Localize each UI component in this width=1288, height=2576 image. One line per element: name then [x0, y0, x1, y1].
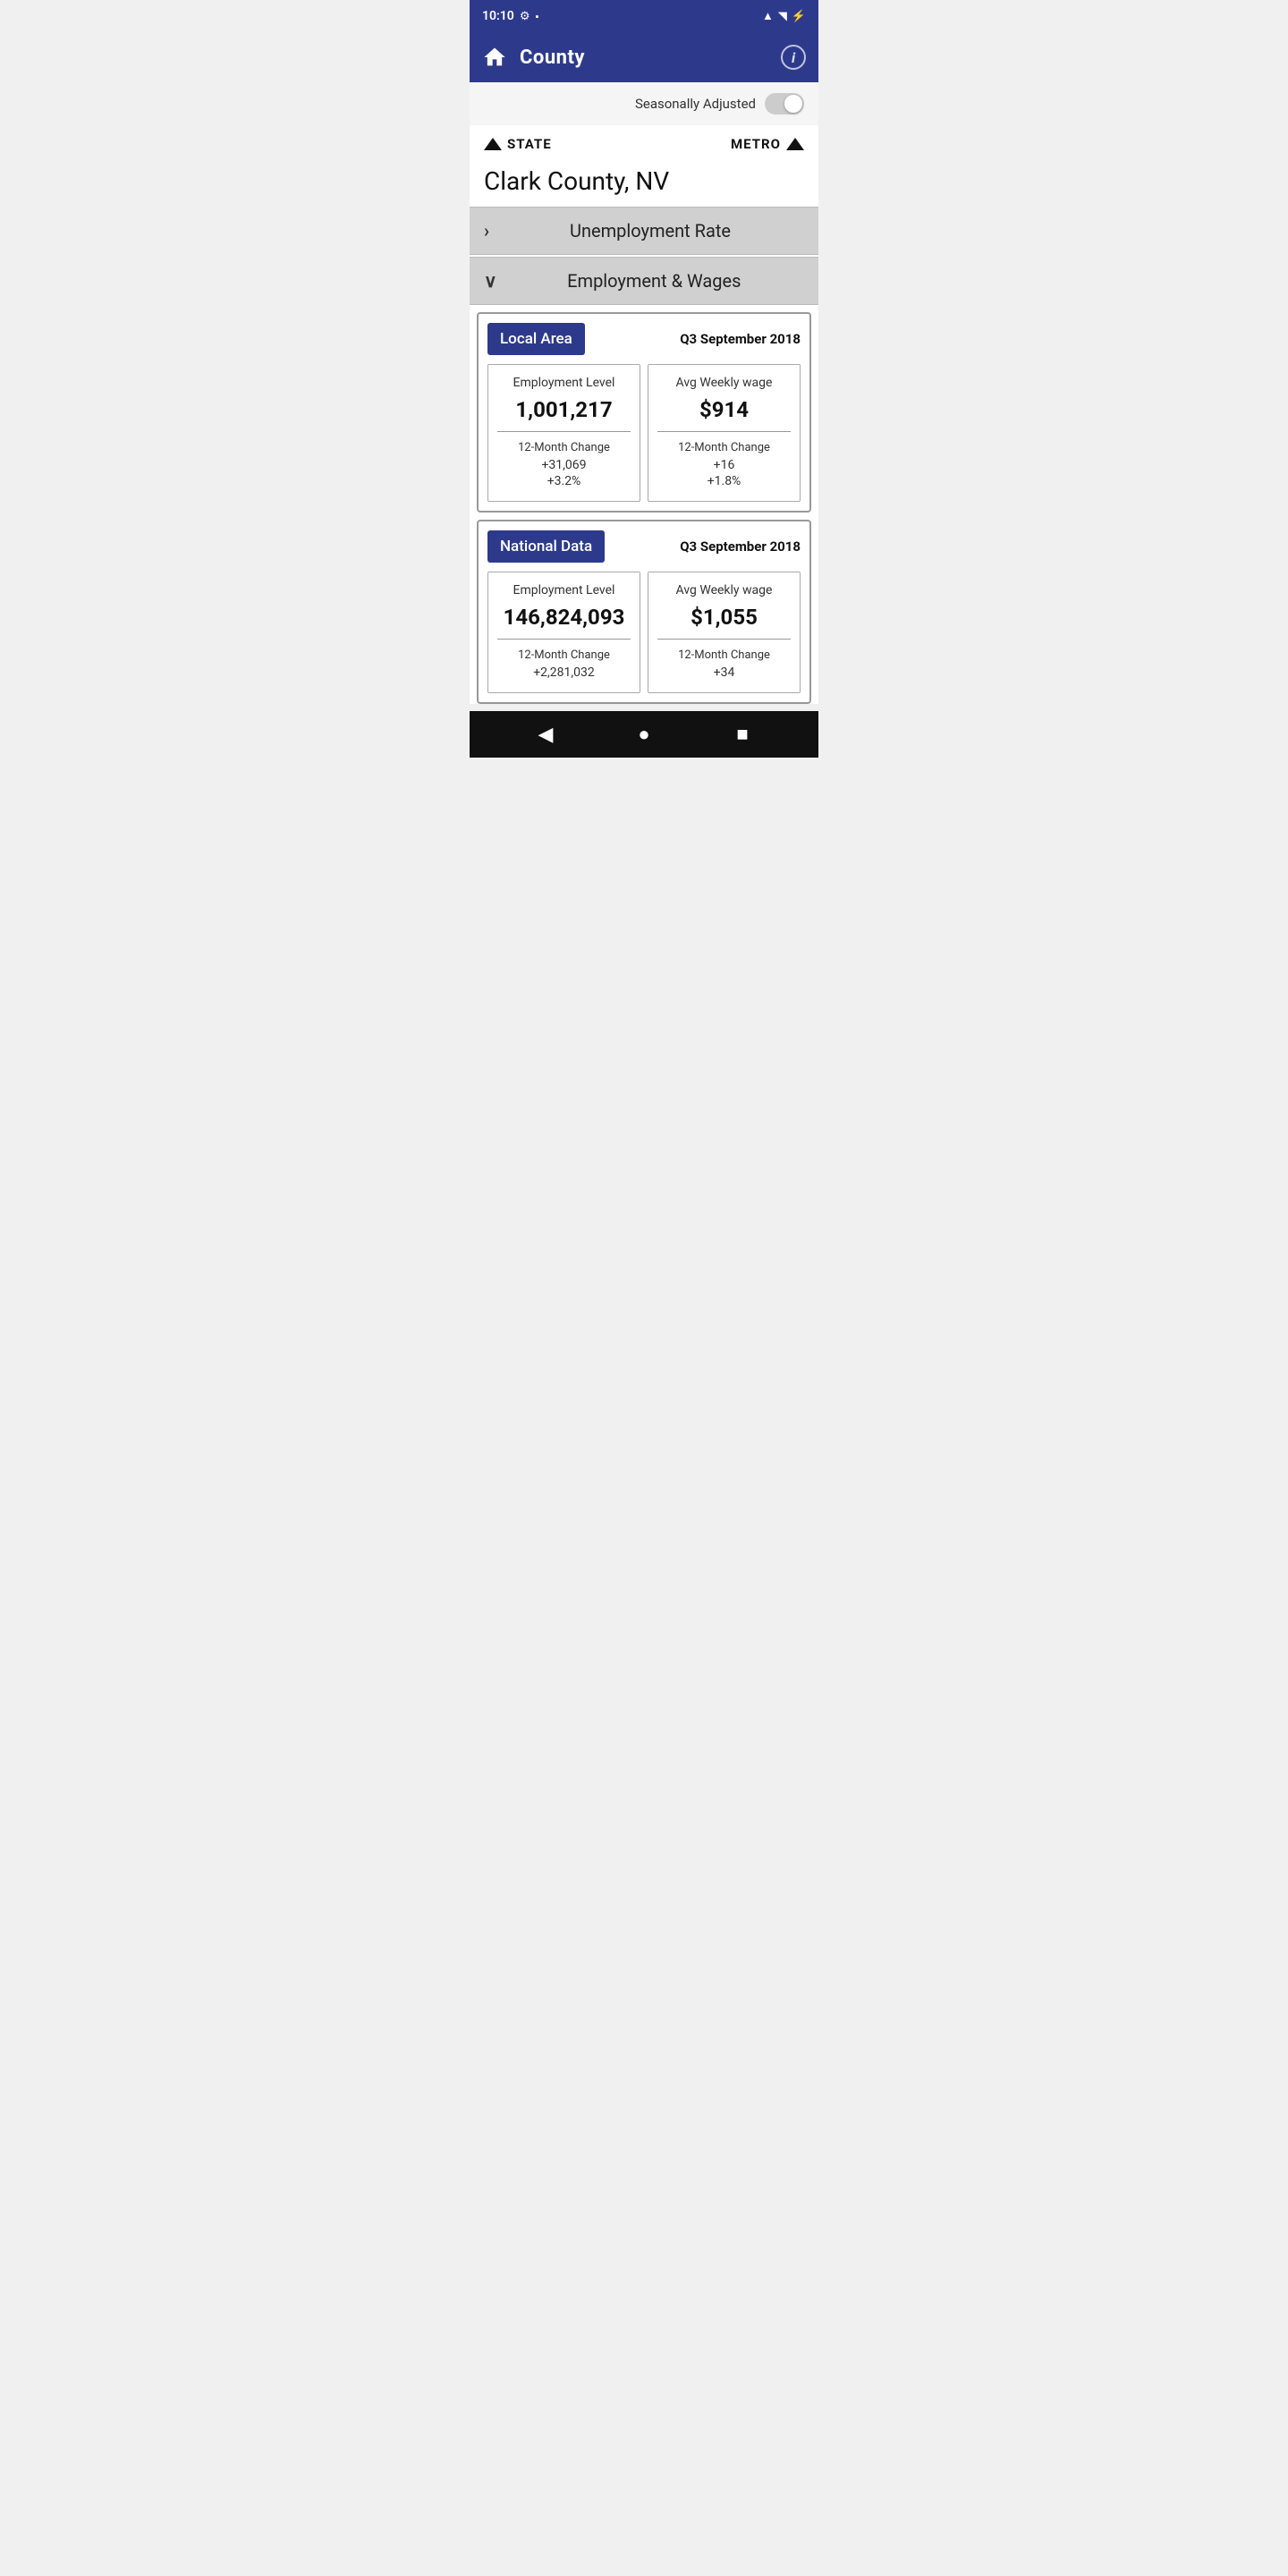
national-data-date: Q3 September 2018	[680, 538, 801, 555]
national-avg-wage-value: $1,055	[657, 605, 791, 640]
national-avg-wage-cell: Avg Weekly wage $1,055 12-Month Change +…	[648, 572, 801, 693]
sd-card-icon: ▪	[535, 11, 538, 22]
national-employment-level-label: Employment Level	[497, 583, 631, 597]
bottom-navigation: ◀ ● ■	[470, 711, 818, 758]
local-employment-change-label: 12-Month Change	[497, 441, 631, 454]
app-bar-left: County	[482, 45, 585, 70]
unemployment-section-header[interactable]: › Unemployment Rate	[470, 207, 818, 255]
local-avg-wage-value: $914	[657, 397, 791, 432]
home-button[interactable]: ●	[628, 718, 660, 750]
signal-icon: ◥	[778, 10, 787, 23]
local-area-grid: Employment Level 1,001,217 12-Month Chan…	[487, 364, 801, 502]
toggle-knob	[784, 95, 802, 113]
seasonally-label: Seasonally Adjusted	[635, 96, 756, 112]
status-bar-left: 10:10 ⚙ ▪	[482, 9, 538, 23]
navigation-row: STATE METRO	[470, 125, 818, 159]
national-avg-wage-change-label: 12-Month Change	[657, 648, 791, 662]
page-title: County	[520, 47, 585, 69]
local-avg-wage-label: Avg Weekly wage	[657, 376, 791, 390]
state-nav-label: STATE	[507, 136, 552, 152]
employment-wages-section-label: Employment & Wages	[504, 270, 804, 292]
local-avg-wage-change-absolute: +16	[657, 458, 791, 472]
local-employment-level-cell: Employment Level 1,001,217 12-Month Chan…	[487, 364, 640, 502]
back-button[interactable]: ◀	[530, 718, 562, 750]
national-data-badge: National Data	[487, 530, 605, 563]
national-data-card: National Data Q3 September 2018 Employme…	[477, 520, 811, 704]
seasonally-adjusted-toggle[interactable]	[765, 93, 804, 114]
national-employment-level-value: 146,824,093	[497, 605, 631, 640]
home-icon[interactable]	[482, 45, 507, 70]
status-bar-right: ▲ ◥ ⚡	[762, 9, 806, 23]
local-area-badge: Local Area	[487, 323, 585, 355]
local-avg-wage-change-percent: +1.8%	[657, 474, 791, 488]
recent-apps-button[interactable]: ■	[726, 718, 758, 750]
state-nav-button[interactable]: STATE	[484, 136, 552, 152]
battery-icon: ⚡	[792, 10, 806, 23]
national-data-card-header: National Data Q3 September 2018	[487, 530, 801, 563]
content-area: Seasonally Adjusted STATE METRO Clark Co…	[470, 82, 818, 704]
state-arrow-icon	[484, 138, 502, 150]
local-avg-wage-change-label: 12-Month Change	[657, 441, 791, 454]
info-icon[interactable]: i	[781, 45, 806, 70]
local-area-card: Local Area Q3 September 2018 Employment …	[477, 312, 811, 513]
local-employment-level-label: Employment Level	[497, 376, 631, 390]
local-avg-wage-cell: Avg Weekly wage $914 12-Month Change +16…	[648, 364, 801, 502]
employment-wages-chevron: ∨	[484, 270, 497, 292]
metro-arrow-icon	[786, 138, 804, 150]
unemployment-section-label: Unemployment Rate	[496, 220, 804, 242]
app-bar: County i	[470, 32, 818, 82]
local-area-date: Q3 September 2018	[680, 331, 801, 347]
national-avg-wage-change-absolute: +34	[657, 665, 791, 680]
status-bar: 10:10 ⚙ ▪ ▲ ◥ ⚡	[470, 0, 818, 32]
national-employment-change-absolute: +2,281,032	[497, 665, 631, 680]
national-employment-change-label: 12-Month Change	[497, 648, 631, 662]
metro-nav-label: METRO	[731, 136, 781, 152]
employment-wages-section-header[interactable]: ∨ Employment & Wages	[470, 257, 818, 305]
status-time: 10:10	[482, 9, 514, 23]
national-employment-level-cell: Employment Level 146,824,093 12-Month Ch…	[487, 572, 640, 693]
local-employment-level-value: 1,001,217	[497, 397, 631, 432]
wifi-icon: ▲	[762, 9, 774, 23]
metro-nav-button[interactable]: METRO	[731, 136, 804, 152]
county-name: Clark County, NV	[470, 159, 818, 207]
national-avg-wage-label: Avg Weekly wage	[657, 583, 791, 597]
local-employment-change-absolute: +31,069	[497, 458, 631, 472]
local-area-card-header: Local Area Q3 September 2018	[487, 323, 801, 355]
gear-icon: ⚙	[520, 10, 530, 23]
local-employment-change-percent: +3.2%	[497, 474, 631, 488]
unemployment-chevron: ›	[484, 220, 489, 242]
national-data-grid: Employment Level 146,824,093 12-Month Ch…	[487, 572, 801, 693]
seasonally-adjusted-row: Seasonally Adjusted	[470, 82, 818, 125]
